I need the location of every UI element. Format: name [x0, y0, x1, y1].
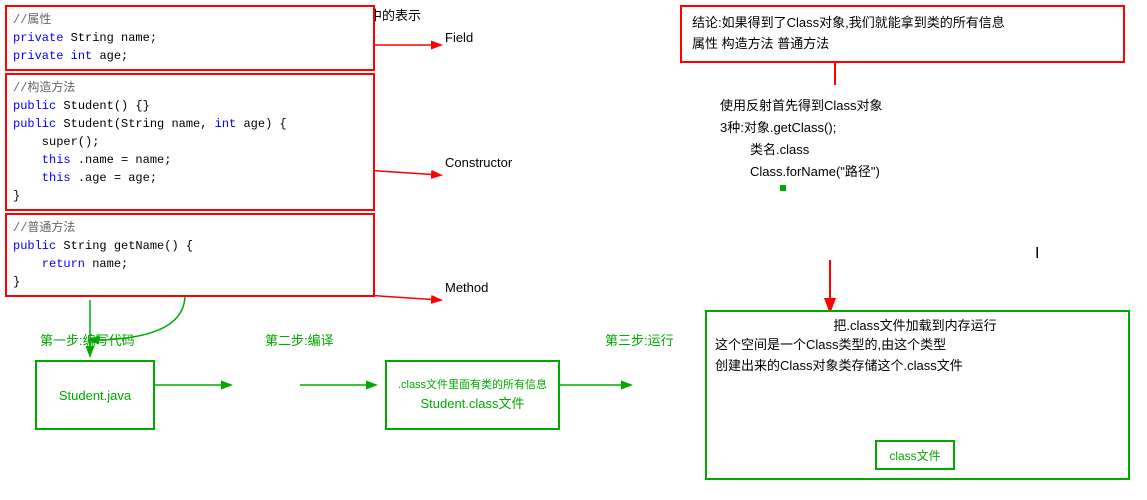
bottom-section: 第一步:编写代码 Student.java 第二步:编译 .class文件里面有…	[5, 310, 1140, 490]
ctor-params: Student(String name,	[63, 117, 214, 131]
comment-properties: //属性	[13, 11, 367, 29]
conclusion-line1: 结论:如果得到了Class对象,我们就能拿到类的所有信息	[692, 13, 1113, 34]
code-age: age;	[99, 49, 128, 63]
ctor-this-name-val: .name = name;	[78, 153, 172, 167]
kw-return: return	[13, 257, 85, 271]
memory-content1: 这个空间是一个Class类型的,由这个类型	[715, 335, 963, 356]
conclusion-line2: 属性 构造方法 普通方法	[692, 34, 1113, 55]
code-line2: private int age;	[13, 47, 367, 65]
keyword-int: int	[71, 49, 93, 63]
ctor-age-param: age) {	[243, 117, 286, 131]
code-line1: private String name;	[13, 29, 367, 47]
kw-this1: this	[13, 153, 71, 167]
method-close: }	[13, 273, 367, 291]
reflection-info: 使用反射首先得到Class对象 3种:对象.getClass(); 类名.cla…	[720, 95, 883, 191]
class-name: Student.class文件	[420, 394, 524, 414]
code-section: //属性 private String name; private int ag…	[5, 5, 375, 299]
step1-label: 第一步:编写代码	[40, 330, 135, 349]
ctor-line2: public Student(String name, int age) {	[13, 115, 367, 133]
keyword-private2: private	[13, 49, 63, 63]
conclusion-box: 结论:如果得到了Class对象,我们就能拿到类的所有信息 属性 构造方法 普通方…	[680, 5, 1125, 63]
method-sig: String getName() {	[63, 239, 193, 253]
ctor-this-name: this .name = name;	[13, 151, 367, 169]
green-dot	[780, 185, 786, 191]
class-file-inner-label: class文件	[889, 447, 940, 464]
cursor: I	[1035, 245, 1039, 263]
method-line1: public String getName() {	[13, 237, 367, 255]
method-return: return name;	[13, 255, 367, 273]
ctor-line1: public Student() {}	[13, 97, 367, 115]
memory-box-content: 这个空间是一个Class类型的,由这个类型 创建出来的Class对象类存储这个.…	[715, 335, 963, 377]
comment-method: //普通方法	[13, 219, 367, 237]
reflection-step3: Class.forName("路径")	[720, 161, 883, 183]
ctor-close: }	[13, 187, 367, 205]
class-content: .class文件里面有类的所有信息	[398, 377, 547, 394]
step2-label: 第二步:编译	[265, 330, 334, 349]
constructor-label: Constructor	[445, 155, 512, 170]
method-block: //普通方法 public String getName() { return …	[5, 213, 375, 297]
field-label: Field	[445, 30, 473, 45]
constructor-block: //构造方法 public Student() {} public Studen…	[5, 73, 375, 211]
reflection-step2: 类名.class	[720, 139, 883, 161]
class-box: .class文件里面有类的所有信息 Student.class文件	[385, 360, 560, 430]
kw-this2: this	[13, 171, 71, 185]
main-container: 在反射中的表示 //属性 private String name; privat…	[0, 0, 1147, 500]
kw-int2: int	[215, 117, 237, 131]
method-return-val: name;	[92, 257, 128, 271]
kw-public1: public	[13, 99, 56, 113]
ctor-this-age: this .age = age;	[13, 169, 367, 187]
step3-label: 第三步:运行	[605, 330, 674, 349]
ctor-this-age-val: .age = age;	[78, 171, 157, 185]
comment-constructor: //构造方法	[13, 79, 367, 97]
reflection-title: 使用反射首先得到Class对象	[720, 95, 883, 117]
class-file-box: class文件	[875, 440, 955, 470]
ctor-default: Student() {}	[63, 99, 149, 113]
reflection-step1: 3种:对象.getClass();	[720, 117, 883, 139]
method-label: Method	[445, 280, 488, 295]
kw-public2: public	[13, 117, 56, 131]
kw-public3: public	[13, 239, 56, 253]
properties-block: //属性 private String name; private int ag…	[5, 5, 375, 71]
keyword-private: private	[13, 31, 63, 45]
ctor-super: super();	[13, 133, 367, 151]
code-string-name: String name;	[71, 31, 157, 45]
java-box: Student.java	[35, 360, 155, 430]
memory-box-label: 把.class文件加载到内存运行	[715, 315, 1115, 334]
memory-content2: 创建出来的Class对象类存储这个.class文件	[715, 356, 963, 377]
java-file-label: Student.java	[59, 388, 131, 403]
ctor-super-text: super();	[13, 135, 99, 149]
